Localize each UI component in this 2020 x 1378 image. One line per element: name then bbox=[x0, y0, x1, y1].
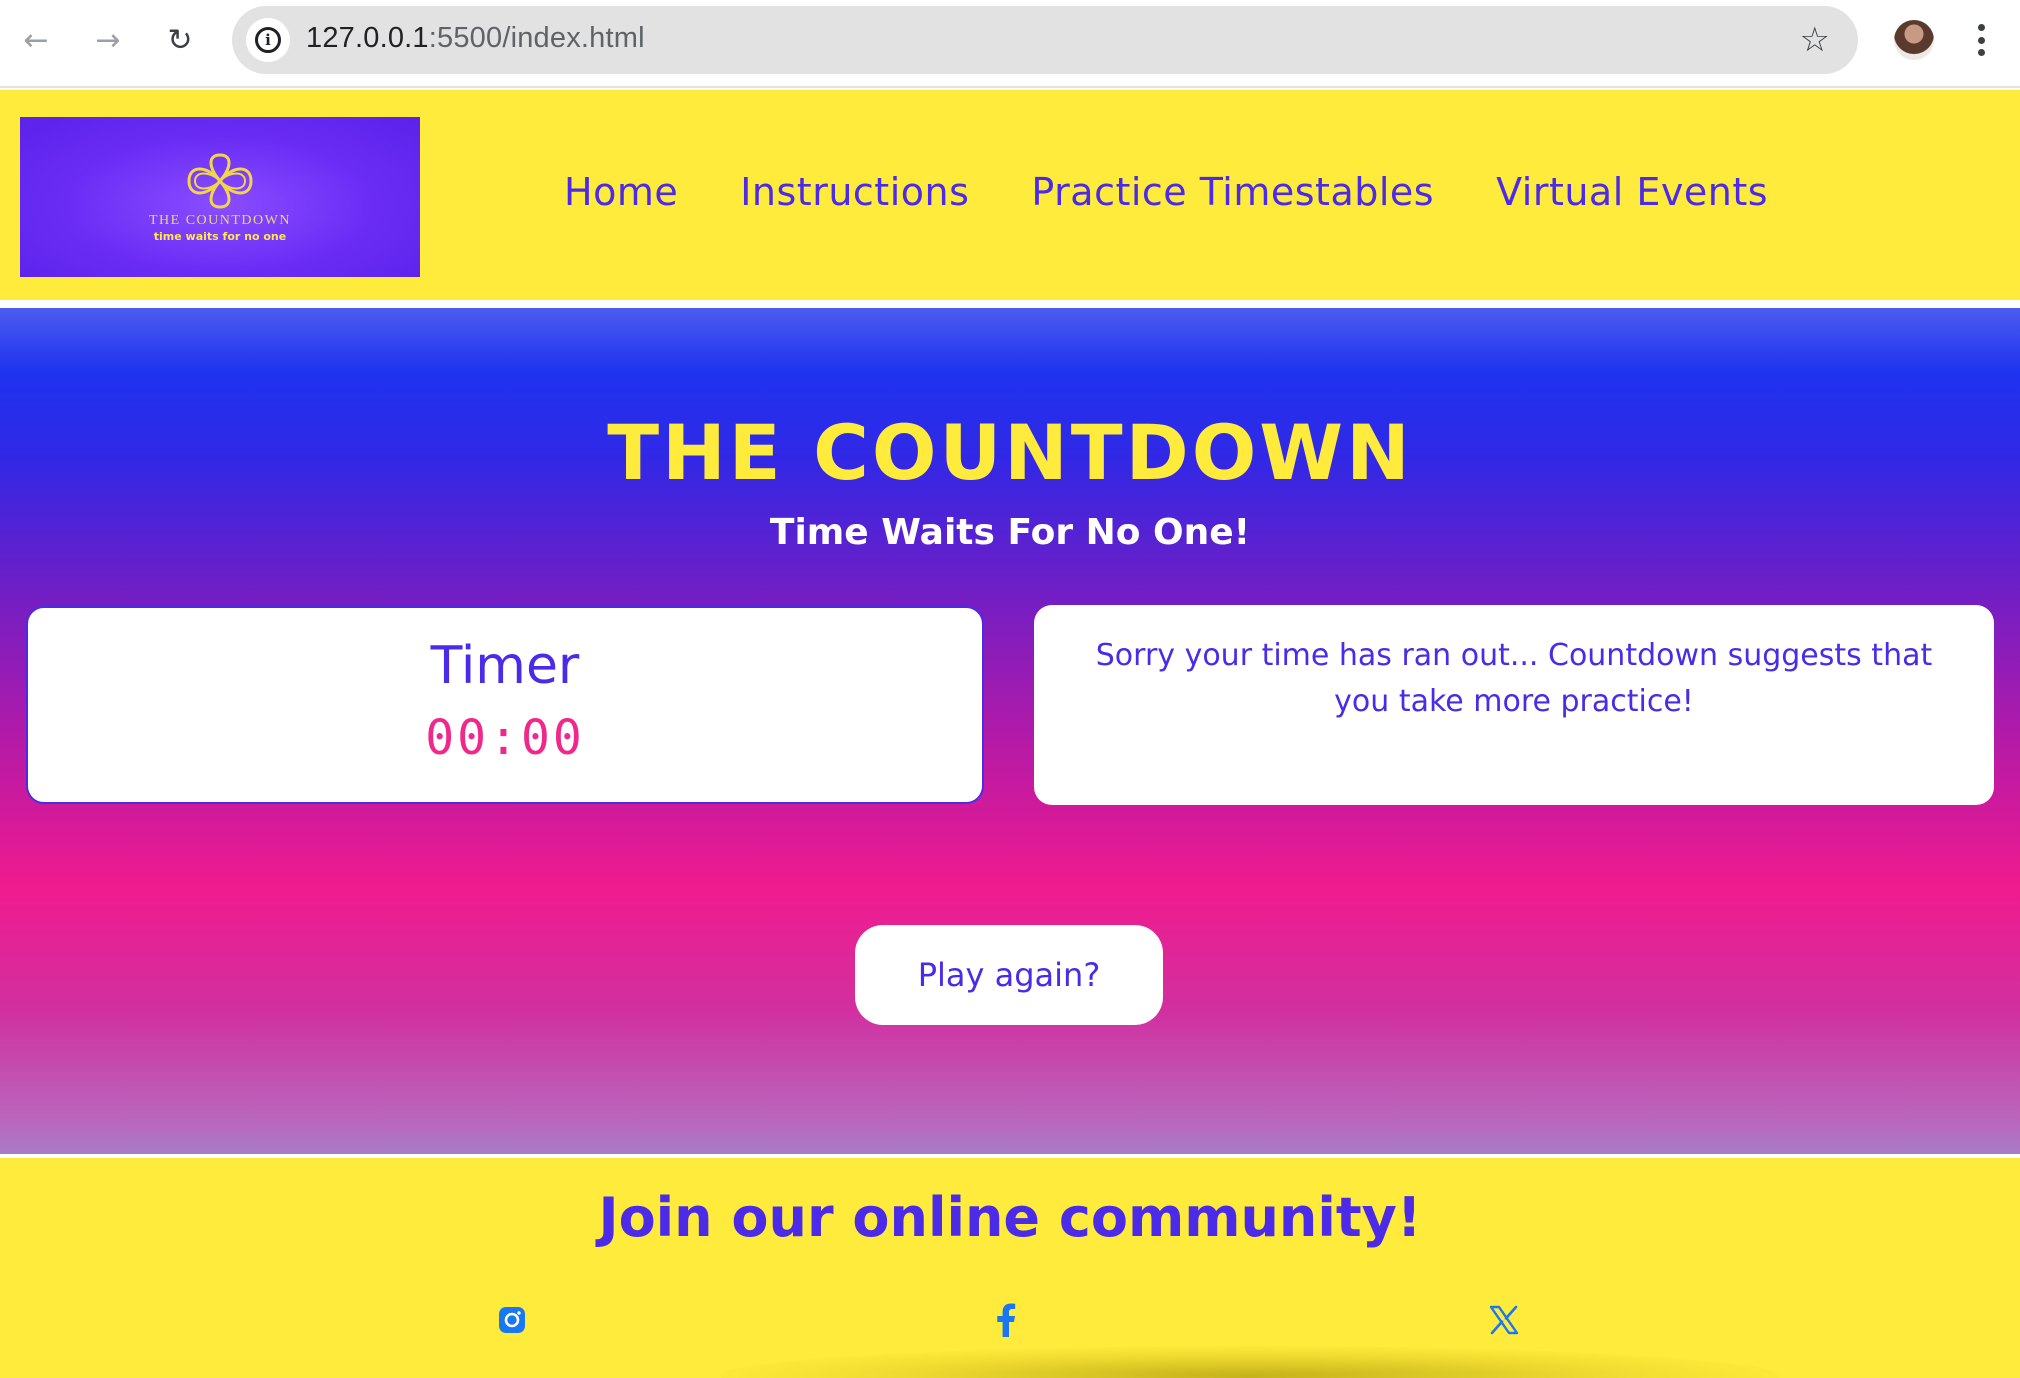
result-message-card: Sorry your time has ran out... Countdown… bbox=[1034, 605, 1994, 805]
site-footer: Join our online community! bbox=[0, 1154, 2020, 1378]
nav-link-home[interactable]: Home bbox=[564, 170, 678, 214]
site-info-button[interactable]: i bbox=[246, 18, 290, 62]
forward-arrow-icon[interactable]: → bbox=[88, 20, 128, 60]
main-nav: Home Instructions Practice Timestables V… bbox=[564, 170, 1768, 214]
nav-link-virtual-events[interactable]: Virtual Events bbox=[1496, 170, 1768, 214]
game-section: THE COUNTDOWN Time Waits For No One! Tim… bbox=[0, 308, 2020, 1154]
bookmark-star-icon[interactable]: ☆ bbox=[1800, 20, 1830, 60]
browser-toolbar: ← → ↻ i 127.0.0.1:5500/index.html ☆ bbox=[0, 0, 2020, 88]
logo-title: THE COUNTDOWN bbox=[149, 213, 291, 228]
site-logo[interactable]: THE COUNTDOWN time waits for no one bbox=[20, 117, 420, 277]
timer-card: Timer 00:00 bbox=[26, 606, 984, 804]
x-icon[interactable] bbox=[1486, 1302, 1522, 1338]
reload-icon[interactable]: ↻ bbox=[160, 20, 200, 60]
facebook-icon[interactable] bbox=[988, 1302, 1024, 1338]
hero-title: THE COUNTDOWN bbox=[607, 408, 1413, 497]
logo-tagline: time waits for no one bbox=[153, 230, 287, 243]
profile-avatar[interactable] bbox=[1894, 20, 1934, 60]
info-icon: i bbox=[255, 27, 281, 53]
url-text[interactable]: 127.0.0.1:5500/index.html bbox=[306, 22, 645, 55]
footer-shadow bbox=[720, 1346, 1780, 1378]
hero-subtitle: Time Waits For No One! bbox=[769, 512, 1251, 553]
address-bar[interactable]: i 127.0.0.1:5500/index.html ☆ bbox=[232, 6, 1858, 74]
back-arrow-icon[interactable]: ← bbox=[16, 20, 56, 60]
nav-link-practice-timestables[interactable]: Practice Timestables bbox=[1031, 170, 1434, 214]
timer-display: 00:00 bbox=[425, 710, 585, 766]
footer-title: Join our online community! bbox=[598, 1186, 1422, 1249]
url-host: 127.0.0.1 bbox=[306, 22, 429, 54]
timer-label: Timer bbox=[430, 636, 580, 696]
url-path: :5500/index.html bbox=[428, 22, 645, 54]
play-again-button[interactable]: Play again? bbox=[855, 925, 1163, 1025]
nav-link-instructions[interactable]: Instructions bbox=[740, 170, 969, 214]
instagram-icon[interactable] bbox=[494, 1302, 530, 1338]
kebab-menu-icon[interactable] bbox=[1966, 18, 1996, 62]
result-message: Sorry your time has ran out... Countdown… bbox=[1095, 638, 1933, 719]
site-header: THE COUNTDOWN time waits for no one Home… bbox=[0, 90, 2020, 304]
infinity-knot-icon bbox=[187, 153, 253, 209]
